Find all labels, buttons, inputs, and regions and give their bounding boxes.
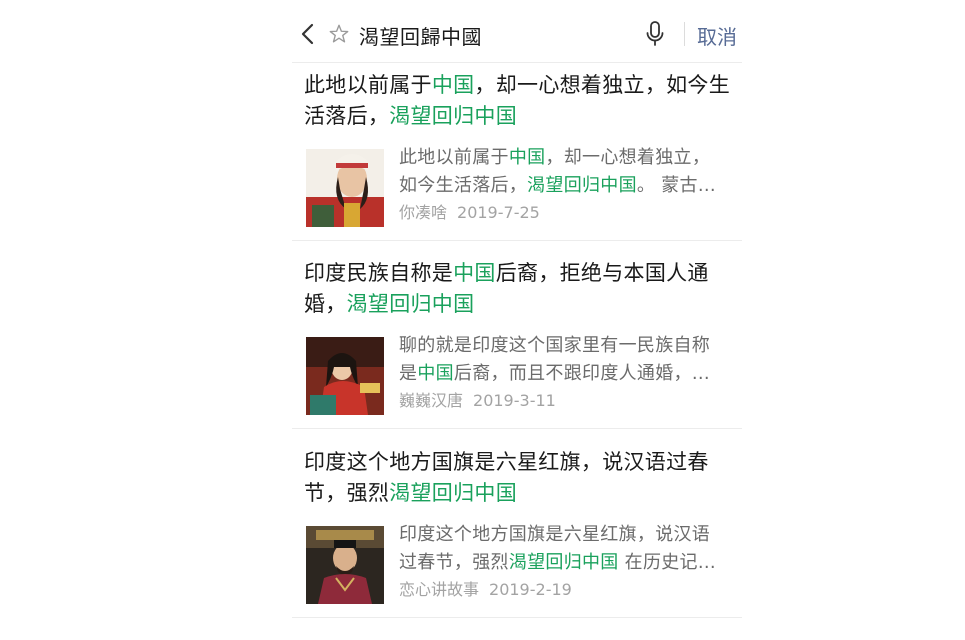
result-divider bbox=[292, 428, 742, 429]
result-meta: 巍巍汉唐 2019-3-11 bbox=[399, 390, 556, 412]
result-divider bbox=[292, 617, 742, 618]
result-source[interactable]: 你凑啥 bbox=[399, 203, 447, 222]
result-date: 2019-3-11 bbox=[473, 391, 556, 410]
result-meta: 你凑啥 2019-7-25 bbox=[399, 202, 540, 224]
result-title[interactable]: 印度民族自称是中国后裔，拒绝与本国人通婚，渴望回归中国 bbox=[304, 258, 742, 320]
result-thumbnail[interactable] bbox=[306, 526, 384, 604]
result-date: 2019-7-25 bbox=[457, 203, 540, 222]
microphone-icon[interactable] bbox=[644, 20, 666, 48]
search-input[interactable]: 渴望回歸中國 bbox=[359, 21, 482, 50]
result-source[interactable]: 恋心讲故事 bbox=[399, 580, 479, 599]
chevron-left-icon[interactable] bbox=[298, 22, 318, 46]
result-thumbnail[interactable] bbox=[306, 149, 384, 227]
search-bar-divider bbox=[684, 22, 685, 46]
result-body: 印度这个地方国旗是六星红旗，说汉语 过春节，强烈渴望回归中国 在历史记... 恋… bbox=[304, 521, 742, 604]
result-item[interactable]: 此地以前属于中国，却一心想着独立，如今生活落后，渴望回归中国 此地以前属于中国，… bbox=[304, 70, 742, 227]
result-meta: 恋心讲故事 2019-2-19 bbox=[399, 579, 572, 601]
result-divider bbox=[292, 240, 742, 241]
search-bar: 渴望回歸中國 取消 bbox=[292, 12, 742, 56]
result-snippet: 聊的就是印度这个国家里有一民族自称 是中国后裔，而且不跟印度人通婚，... bbox=[399, 335, 711, 384]
cancel-button[interactable]: 取消 bbox=[697, 21, 737, 50]
header-divider bbox=[292, 62, 742, 63]
result-item[interactable]: 印度民族自称是中国后裔，拒绝与本国人通婚，渴望回归中国 聊的就是印度这个国家里有… bbox=[304, 258, 742, 415]
search-results-screen: 渴望回歸中國 取消 此地以前属于中国，却一心想着独立，如今生活落后，渴望回归中国 bbox=[292, 0, 742, 640]
result-title[interactable]: 印度这个地方国旗是六星红旗，说汉语过春节，强烈渴望回归中国 bbox=[304, 447, 742, 509]
result-date: 2019-2-19 bbox=[489, 580, 572, 599]
result-body: 聊的就是印度这个国家里有一民族自称 是中国后裔，而且不跟印度人通婚，... 巍巍… bbox=[304, 332, 742, 415]
result-thumbnail[interactable] bbox=[306, 337, 384, 415]
result-item[interactable]: 印度这个地方国旗是六星红旗，说汉语过春节，强烈渴望回归中国 印度这个地方国旗是六… bbox=[304, 447, 742, 604]
result-snippet: 印度这个地方国旗是六星红旗，说汉语 过春节，强烈渴望回归中国 在历史记... bbox=[399, 524, 716, 573]
result-source[interactable]: 巍巍汉唐 bbox=[399, 391, 463, 410]
star-outline-icon[interactable] bbox=[328, 23, 350, 45]
result-title[interactable]: 此地以前属于中国，却一心想着独立，如今生活落后，渴望回归中国 bbox=[304, 70, 742, 132]
result-snippet: 此地以前属于中国，却一心想着独立， 如今生活落后，渴望回归中国。 蒙古... bbox=[399, 147, 716, 196]
result-body: 此地以前属于中国，却一心想着独立， 如今生活落后，渴望回归中国。 蒙古... 你… bbox=[304, 144, 742, 227]
